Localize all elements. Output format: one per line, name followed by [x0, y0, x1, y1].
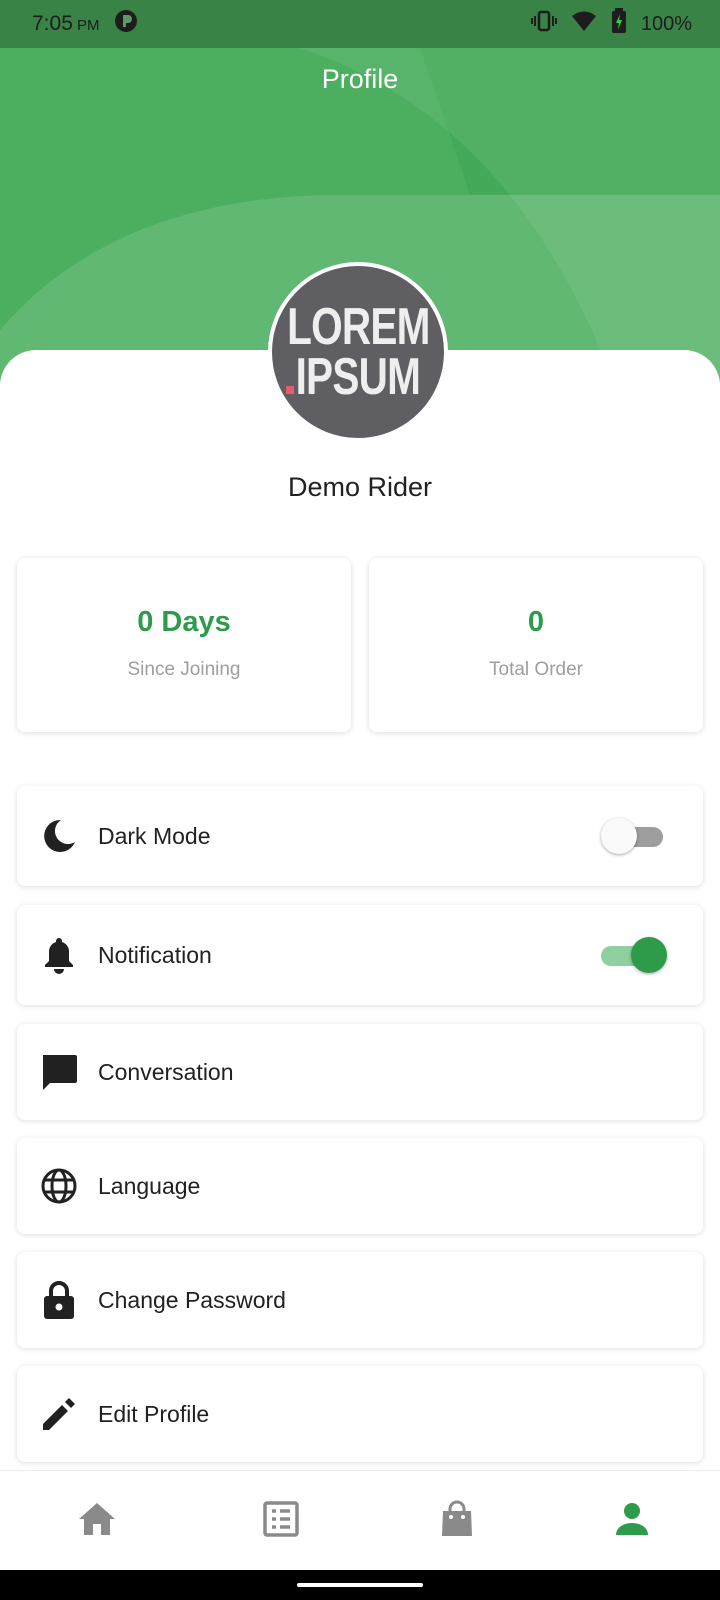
wifi-icon — [571, 10, 597, 38]
menu-item-edit-profile[interactable]: Edit Profile — [17, 1366, 703, 1462]
stat-orders-value: 0 — [527, 606, 545, 638]
avatar[interactable]: LOREM IPSUM — [268, 262, 448, 442]
stat-card-orders: 0 Total Order — [369, 558, 703, 732]
menu-label-change-password: Change Password — [98, 1286, 286, 1313]
stat-days-label: Since Joining — [127, 659, 241, 680]
menu-item-dark-mode[interactable]: Dark Mode — [17, 786, 703, 886]
bell-icon — [39, 935, 79, 975]
avatar-text-line1: LOREM — [286, 298, 430, 356]
home-gesture-pill[interactable] — [297, 1583, 423, 1587]
battery-icon — [611, 8, 627, 40]
avatar-dot — [286, 386, 294, 394]
vibrate-icon — [530, 9, 557, 39]
moon-icon — [39, 816, 79, 856]
lock-icon — [39, 1280, 79, 1320]
pencil-icon — [39, 1394, 79, 1434]
status-time: 7:05 PM — [32, 12, 100, 35]
page-title: Profile — [321, 64, 399, 94]
menu-item-conversation[interactable]: Conversation — [17, 1024, 703, 1120]
notification-toggle[interactable] — [601, 937, 667, 973]
stat-orders-label: Total Order — [489, 659, 583, 680]
shopping-bag-icon — [440, 1500, 474, 1543]
nav-shop[interactable] — [369, 1471, 545, 1571]
toggle-thumb — [631, 937, 667, 973]
home-icon — [77, 1501, 117, 1542]
nav-orders[interactable] — [193, 1471, 369, 1571]
system-gesture-bar — [0, 1570, 720, 1600]
person-icon — [615, 1502, 649, 1541]
status-bar: 7:05 PM 100% — [0, 0, 720, 48]
menu-item-notification[interactable]: Notification — [17, 905, 703, 1005]
menu-label-dark-mode: Dark Mode — [98, 822, 211, 849]
battery-percent: 100% — [640, 12, 692, 35]
globe-icon — [39, 1166, 79, 1206]
user-name: Demo Rider — [287, 472, 433, 502]
menu-item-change-password[interactable]: Change Password — [17, 1252, 703, 1348]
menu-item-language[interactable]: Language — [17, 1138, 703, 1234]
stat-days-value: 0 Days — [137, 606, 231, 638]
nav-home[interactable] — [0, 1471, 193, 1571]
stat-card-days: 0 Days Since Joining — [17, 558, 351, 732]
list-icon — [263, 1500, 299, 1542]
menu-label-language: Language — [98, 1172, 201, 1199]
menu-label-notification: Notification — [98, 941, 212, 968]
menu-label-edit-profile: Edit Profile — [98, 1400, 210, 1427]
menu-label-conversation: Conversation — [98, 1058, 234, 1085]
app-notification-icon — [114, 9, 138, 39]
dark-mode-toggle[interactable] — [601, 818, 663, 854]
toggle-thumb — [601, 818, 637, 854]
chat-icon — [39, 1052, 79, 1092]
avatar-text-line2: IPSUM — [295, 348, 421, 406]
bottom-navigation — [0, 1470, 720, 1571]
nav-profile[interactable] — [545, 1471, 720, 1571]
